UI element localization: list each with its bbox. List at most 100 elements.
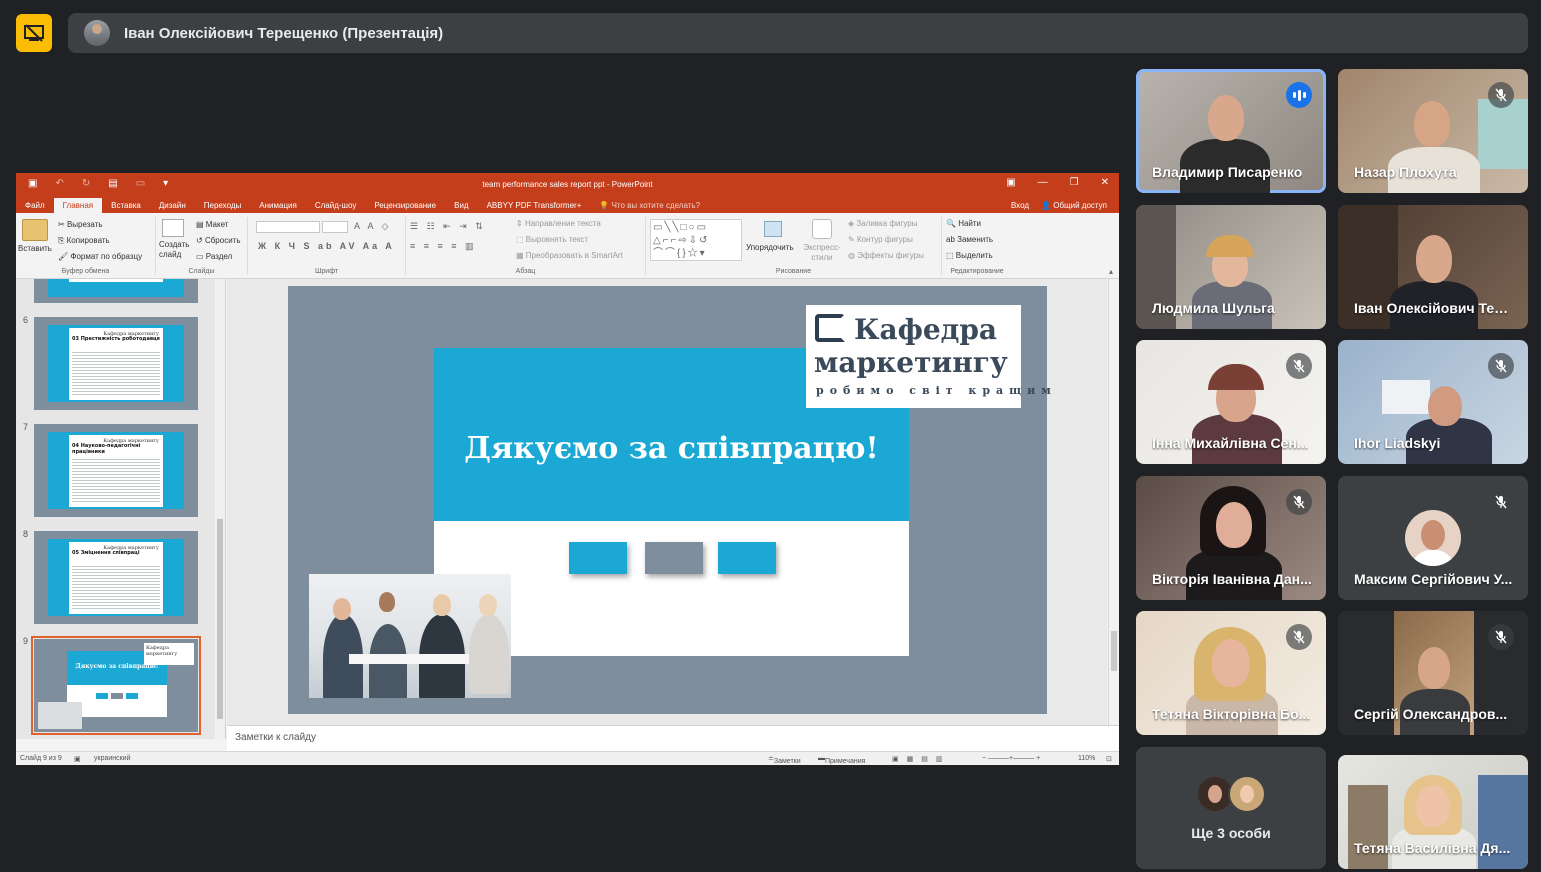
- select-button[interactable]: ⬚ Выделить: [946, 251, 993, 260]
- notes-toggle[interactable]: ≐ Заметки: [768, 755, 801, 765]
- font-style-buttons[interactable]: Ж К Ч S ab AV Aa A: [258, 241, 395, 251]
- share-button[interactable]: 👤 Общий доступ: [1041, 201, 1107, 210]
- quick-styles-button[interactable]: Экспресс-стили: [802, 243, 842, 263]
- participant-name: Іван Олексійович Тер...: [1354, 300, 1514, 316]
- paste-icon[interactable]: [22, 219, 48, 241]
- ribbon: Вставить ✂ Вырезать ⎘ Копировать 🖌 Форма…: [16, 213, 1119, 279]
- close-icon[interactable]: ✕: [1101, 177, 1109, 188]
- cut-button[interactable]: ✂ Вырезать: [58, 220, 103, 229]
- text-direction-button[interactable]: ⇕ Направление текста: [516, 219, 601, 228]
- more-participants-tile[interactable]: Ще 3 особи: [1136, 747, 1326, 869]
- tab-insert[interactable]: Вставка: [102, 201, 150, 213]
- slide-thumbnail-8[interactable]: Кафедра маркетингу 05 Зміцнення співпраці: [34, 531, 198, 624]
- participant-tile[interactable]: Вікторія Іванівна Дан...: [1136, 476, 1326, 600]
- logo-mark: [815, 314, 845, 342]
- reset-button[interactable]: ↺ Сбросить: [196, 236, 241, 245]
- align-text-button[interactable]: ⬚ Выровнять текст: [516, 235, 588, 244]
- collapse-ribbon-icon[interactable]: ▴: [1109, 267, 1113, 276]
- new-slide-icon[interactable]: [162, 219, 184, 237]
- tab-animation[interactable]: Анимация: [250, 201, 306, 213]
- comments-toggle[interactable]: ▬ Примечания: [818, 755, 865, 765]
- editing-group-label: Редактирование: [950, 268, 1004, 275]
- participant-tile[interactable]: Тетяна Василівна Дя...: [1338, 755, 1528, 869]
- arrange-button[interactable]: Упорядочить: [746, 243, 794, 252]
- tab-design[interactable]: Дизайн: [150, 201, 195, 213]
- slide-square-1: [569, 542, 627, 574]
- slide-thumbnail-9[interactable]: Дякуємо за співпрацю! Кафедра маркетингу: [31, 636, 201, 735]
- zoom-slider[interactable]: − ———+——— +: [982, 755, 1040, 762]
- thumb-number: 9: [23, 636, 29, 646]
- list-buttons[interactable]: ☰ ☷ ⇤ ⇥ ⇅: [410, 221, 486, 232]
- participant-tile[interactable]: Ihor Liadskyi: [1338, 340, 1528, 464]
- zoom-level[interactable]: 110%: [1078, 755, 1095, 762]
- slide-scrollbar[interactable]: [1108, 279, 1119, 725]
- thumb-number: 6: [23, 315, 29, 325]
- arrange-icon[interactable]: [764, 221, 782, 237]
- avatar: [1405, 510, 1461, 566]
- tab-home[interactable]: Главная: [53, 198, 103, 213]
- font-group: A A ◇ Ж К Ч S ab AV Aa A Шрифт: [248, 217, 406, 275]
- shape-fill-button[interactable]: ◈ Заливка фигуры: [848, 219, 917, 228]
- slides-group-label: Слайды: [188, 268, 215, 275]
- align-buttons[interactable]: ≡ ≡ ≡ ≡ ▥: [410, 241, 477, 252]
- spellcheck-icon[interactable]: ▣: [74, 755, 81, 763]
- clipboard-group-label: Буфер обмена: [61, 268, 110, 275]
- copy-button[interactable]: ⎘ Копировать: [58, 236, 110, 246]
- clipboard-group: Вставить ✂ Вырезать ⎘ Копировать 🖌 Форма…: [16, 217, 156, 275]
- shape-outline-button[interactable]: ✎ Контур фигуры: [848, 235, 913, 244]
- thumb-number: 7: [23, 422, 29, 432]
- document-title: team performance sales report ppt - Powe…: [482, 180, 653, 189]
- participant-tile[interactable]: Сергій Олександров...: [1338, 611, 1528, 735]
- slide-thumbnail-5[interactable]: [34, 279, 198, 303]
- slide-thumbnail-6[interactable]: Кафедра маркетингу 03 Престижність робото…: [34, 317, 198, 410]
- participant-name: Сергій Олександров...: [1354, 706, 1508, 722]
- thumb-logo: Кафедра маркетингу: [144, 643, 194, 665]
- tab-abbyy[interactable]: ABBYY PDF Transformer+: [478, 201, 591, 213]
- language-status[interactable]: украинский: [94, 755, 131, 762]
- fit-slide-icon[interactable]: ⊡: [1106, 755, 1112, 763]
- view-buttons[interactable]: ▣▦▤▥: [892, 755, 950, 763]
- minimize-icon[interactable]: —: [1038, 177, 1048, 188]
- layout-button[interactable]: ▤ Макет: [196, 220, 228, 229]
- tab-transitions[interactable]: Переходы: [195, 201, 251, 213]
- font-size-box[interactable]: [322, 221, 348, 233]
- format-painter-button[interactable]: 🖌 Формат по образцу: [58, 252, 142, 261]
- notes-pane[interactable]: Заметки к слайду: [227, 725, 1119, 751]
- drawing-group-label: Рисование: [775, 268, 812, 275]
- find-button[interactable]: 🔍 Найти: [946, 219, 981, 228]
- shape-effects-button[interactable]: ◍ Эффекты фигуры: [848, 251, 924, 260]
- tab-slideshow[interactable]: Слайд-шоу: [306, 201, 365, 213]
- participant-tile[interactable]: Назар Плохута: [1338, 69, 1528, 193]
- participant-tile[interactable]: Інна Михайлівна Сен...: [1136, 340, 1326, 464]
- participant-tile[interactable]: Максим Сергійович У...: [1338, 476, 1528, 600]
- participant-tile[interactable]: Тетяна Вікторівна Бо...: [1136, 611, 1326, 735]
- presentation-icon[interactable]: [16, 14, 52, 52]
- shapes-gallery[interactable]: ▭╲╲□○▭ △⌐⌐⇨⇩↺ ⌒⌒{}☆▾: [650, 219, 742, 261]
- font-name-box[interactable]: [256, 221, 320, 233]
- participant-name: Назар Плохута: [1354, 164, 1457, 180]
- restore-icon[interactable]: ❐: [1070, 177, 1079, 188]
- quick-styles-icon[interactable]: [812, 219, 832, 239]
- current-slide[interactable]: Дякуємо за співпрацю! Кафедра маркетингу…: [288, 286, 1051, 714]
- presenter-title: Іван Олексійович Терещенко (Презентація): [124, 24, 444, 42]
- slide-thumbnail-7[interactable]: Кафедра маркетингу 04 Науково-педагогічні…: [34, 424, 198, 517]
- participant-tile[interactable]: Владимир Писаренко: [1136, 69, 1326, 193]
- thumbnail-scrollbar[interactable]: [215, 279, 225, 739]
- tab-view[interactable]: Вид: [445, 201, 477, 213]
- ribbon-display-icon[interactable]: ▣: [1006, 177, 1015, 188]
- participant-tile[interactable]: Людмила Шульга: [1136, 205, 1326, 329]
- smartart-button[interactable]: ▦ Преобразовать в SmartArt: [516, 251, 623, 260]
- section-button[interactable]: ▭ Раздел: [196, 252, 232, 261]
- tell-me-box[interactable]: 💡 Что вы хотите сделать?: [590, 201, 709, 213]
- tab-review[interactable]: Рецензирование: [365, 201, 445, 213]
- replace-button[interactable]: ab Заменить: [946, 235, 993, 244]
- font-group-label: Шрифт: [314, 268, 339, 275]
- person-icon: 👤: [1041, 201, 1052, 210]
- participant-tile[interactable]: Іван Олексійович Тер...: [1338, 205, 1528, 329]
- tab-file[interactable]: Файл: [16, 201, 54, 213]
- sign-in-link[interactable]: Вход: [1011, 201, 1029, 210]
- paste-button[interactable]: Вставить: [18, 244, 52, 253]
- font-size-buttons[interactable]: A A ◇: [354, 221, 391, 232]
- new-slide-button[interactable]: Создать слайд: [159, 240, 195, 260]
- mic-off-icon: [1488, 624, 1514, 650]
